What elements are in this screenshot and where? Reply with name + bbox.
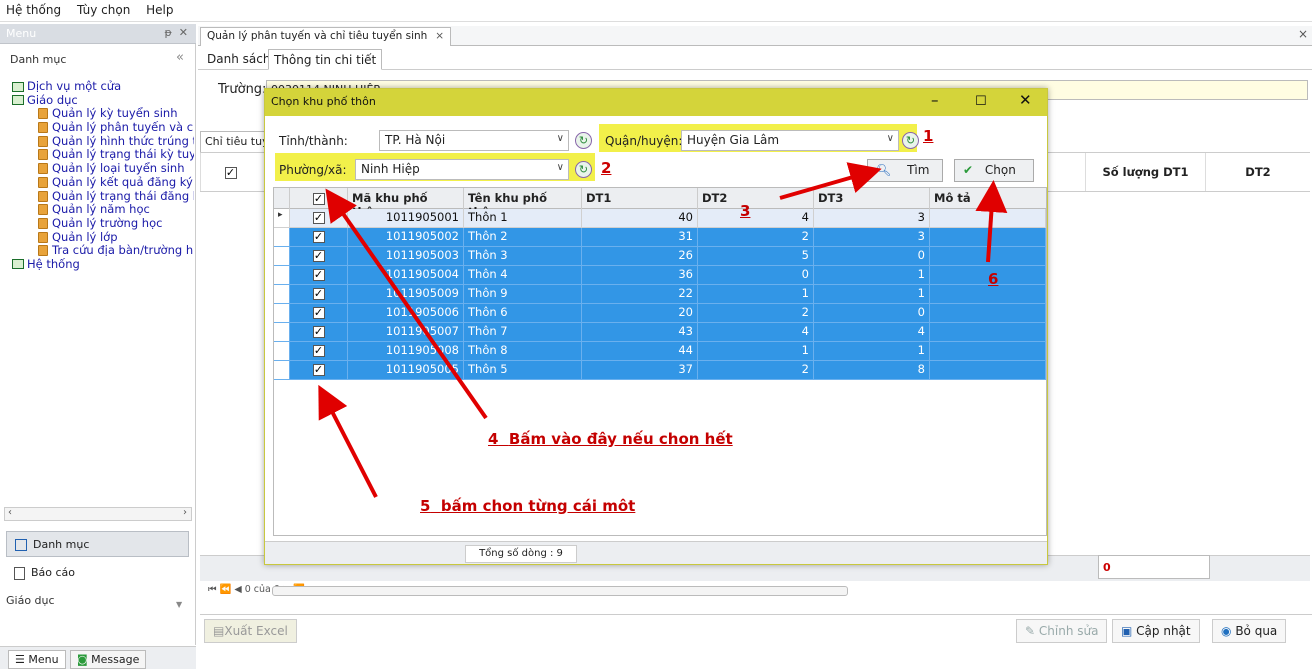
tab-message-label: Message xyxy=(91,653,140,666)
tab-menu[interactable]: ☰ Menu xyxy=(8,650,66,669)
arrow-5 xyxy=(318,384,378,498)
menu-icon: ☰ xyxy=(15,653,29,666)
annotation-3: 3 xyxy=(740,202,751,220)
annotation-4-text: Bấm vào đây nếu chon hết xyxy=(508,430,733,448)
annotation-6: 6 xyxy=(988,270,999,288)
left-footer-tabs: ☰ Menu ◙ Message xyxy=(0,646,196,669)
annotation-5-number: 5 xyxy=(420,497,431,515)
message-icon: ◙ xyxy=(77,653,92,666)
annotation-5-text: bấm chon từng cái môt xyxy=(440,497,636,515)
tab-menu-label: Menu xyxy=(28,653,59,666)
annotation-4: 4 Bấm vào đây nếu chon hết xyxy=(488,430,733,448)
arrow-4 xyxy=(325,188,488,420)
annotation-4-number: 4 xyxy=(488,430,499,448)
annotation-5: 5 bấm chon từng cái môt xyxy=(420,497,635,515)
annotation-arrows xyxy=(318,162,1008,498)
tab-message[interactable]: ◙ Message xyxy=(70,650,147,669)
arrow-3 xyxy=(779,162,882,200)
arrow-6 xyxy=(975,180,1008,263)
